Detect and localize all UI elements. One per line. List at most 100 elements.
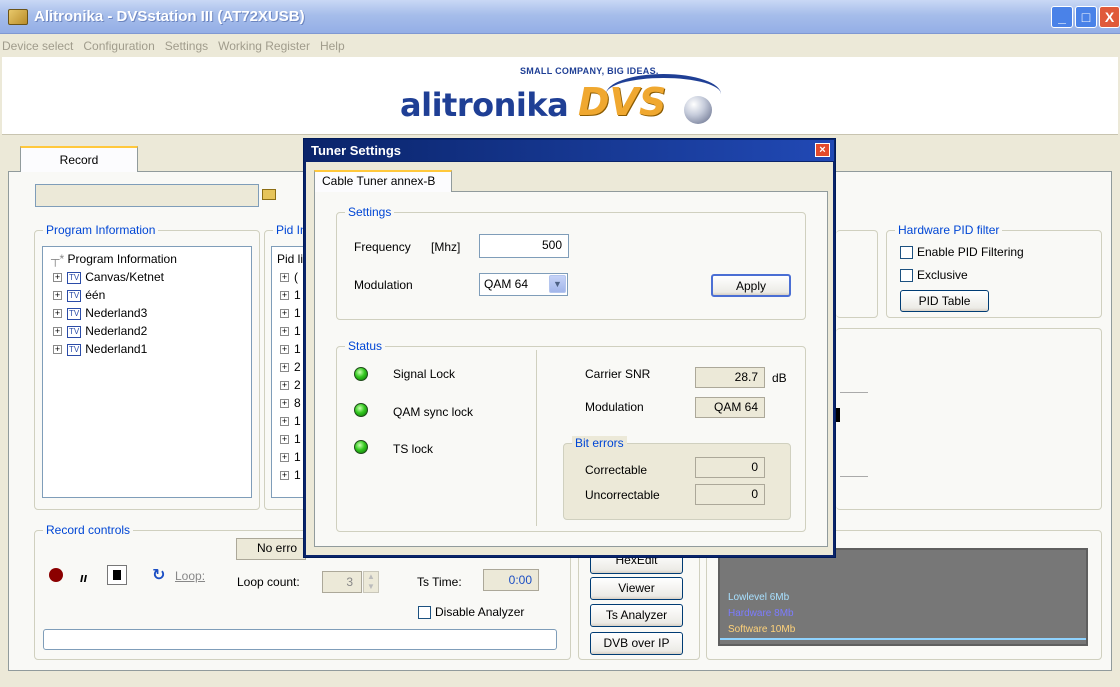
frequency-input[interactable]: 500: [479, 234, 569, 258]
menu-help[interactable]: Help: [315, 35, 350, 53]
expand-icon[interactable]: +: [280, 471, 289, 481]
ts-time-field: 0:00: [483, 569, 539, 591]
menu-configuration[interactable]: Configuration: [78, 35, 159, 53]
tv-icon: TV: [67, 325, 82, 338]
settings-title: Settings: [345, 205, 395, 219]
expand-icon[interactable]: +: [53, 309, 62, 319]
expand-icon[interactable]: +: [53, 273, 62, 283]
legend-software: Software 10Mb: [728, 624, 796, 635]
loop-count-field[interactable]: 3: [322, 571, 362, 593]
tree-item[interactable]: + TV Nederland3: [43, 304, 251, 322]
modulation-select[interactable]: QAM 64 ▼: [479, 273, 568, 296]
status-modulation-value: QAM 64: [695, 397, 765, 418]
tab-record[interactable]: Record: [20, 146, 138, 172]
tree-item[interactable]: + TV één: [43, 286, 251, 304]
tv-icon: TV: [67, 289, 82, 302]
hardware-pid-title: Hardware PID filter: [895, 223, 1003, 237]
logo-dvs: DVS: [578, 80, 667, 124]
checkbox-box[interactable]: [900, 246, 913, 260]
pause-icon[interactable]: ıı: [80, 570, 87, 585]
checkbox-box[interactable]: [418, 606, 431, 620]
pid-row-label: 1: [294, 414, 301, 428]
expand-icon[interactable]: +: [53, 291, 62, 301]
menu-settings[interactable]: Settings: [160, 35, 213, 53]
chevron-down-icon[interactable]: ▼: [549, 275, 566, 293]
maximize-button[interactable]: □: [1075, 6, 1097, 28]
frequency-label: Frequency: [354, 240, 411, 254]
tree-item[interactable]: + TV Nederland2: [43, 322, 251, 340]
modulation-select-value: QAM 64: [484, 277, 529, 291]
expand-icon[interactable]: +: [280, 453, 289, 463]
minimize-button[interactable]: _: [1051, 6, 1073, 28]
ts-lock-label: TS lock: [393, 442, 434, 456]
tree-item[interactable]: + TV Canvas/Ketnet: [43, 268, 251, 286]
menu-working-register[interactable]: Working Register: [213, 35, 315, 53]
expand-icon[interactable]: +: [280, 417, 289, 427]
close-button[interactable]: X: [1099, 6, 1120, 28]
ts-analyzer-button[interactable]: Ts Analyzer: [590, 604, 683, 627]
pid-table-button[interactable]: PID Table: [900, 290, 989, 312]
maximize-icon: □: [1081, 9, 1091, 25]
stop-icon: [113, 570, 121, 580]
tree-root[interactable]: ┬* Program Information: [43, 250, 251, 268]
pid-row-label: 1: [294, 288, 301, 302]
expand-icon[interactable]: +: [280, 381, 289, 391]
close-icon: ×: [819, 144, 826, 156]
menu-device-select[interactable]: Device select: [0, 35, 78, 53]
graph-line: [720, 638, 1086, 640]
tree-root-label: Program Information: [67, 252, 177, 266]
folder-icon[interactable]: [262, 189, 276, 200]
program-tree[interactable]: ┬* Program Information + TV Canvas/Ketnet …: [42, 246, 252, 498]
enable-pid-filtering-checkbox[interactable]: Enable PID Filtering: [900, 245, 1024, 260]
carrier-snr-value: 28.7: [695, 367, 765, 388]
checkbox-box[interactable]: [900, 269, 913, 283]
expand-icon[interactable]: +: [280, 309, 289, 319]
tv-icon: TV: [67, 307, 82, 320]
legend-lowlevel: Lowlevel 6Mb: [728, 592, 790, 603]
expand-icon[interactable]: +: [280, 363, 289, 373]
loop-label[interactable]: Loop:: [175, 569, 205, 583]
expand-icon[interactable]: +: [53, 345, 62, 355]
dialog-close-button[interactable]: ×: [815, 143, 830, 157]
viewer-button[interactable]: Viewer: [590, 577, 683, 600]
modulation-label: Modulation: [354, 278, 413, 292]
carrier-snr-label: Carrier SNR: [585, 367, 651, 381]
expand-icon[interactable]: +: [280, 327, 289, 337]
divider: [840, 392, 868, 393]
stop-button[interactable]: [107, 565, 127, 585]
signal-lock-led-icon: [354, 367, 368, 381]
tree-item-label: één: [85, 288, 106, 302]
loop-count-spinner[interactable]: ▲ ▼: [363, 571, 379, 593]
loop-icon[interactable]: ↻: [152, 565, 165, 585]
tab-cable-tuner[interactable]: Cable Tuner annex-B: [314, 170, 452, 192]
analyzer-graph: Lowlevel 6Mb Hardware 8Mb Software 10Mb: [718, 548, 1088, 646]
expand-icon[interactable]: +: [53, 327, 62, 337]
expand-icon[interactable]: +: [280, 399, 289, 409]
tree-root-icon: ┬*: [51, 252, 65, 266]
expand-icon[interactable]: +: [280, 435, 289, 445]
dialog-settings-group: Settings: [336, 205, 806, 320]
uncorrectable-label: Uncorrectable: [585, 488, 660, 502]
dvb-over-ip-button[interactable]: DVB over IP: [590, 632, 683, 655]
file-path-field[interactable]: [35, 184, 259, 207]
expand-icon[interactable]: +: [280, 273, 289, 283]
app-icon: [8, 9, 28, 25]
record-icon[interactable]: [49, 568, 63, 582]
apply-button[interactable]: Apply: [711, 274, 791, 297]
divider: [840, 476, 868, 477]
exclusive-checkbox[interactable]: Exclusive: [900, 268, 968, 283]
status-title: Status: [345, 339, 386, 353]
menu-bar: Device select Configuration Settings Workin…: [0, 35, 1120, 57]
tree-item[interactable]: + TV Nederland1: [43, 340, 251, 358]
stats-group: [836, 328, 1102, 510]
record-controls-title: Record controls: [43, 523, 134, 537]
legend-hardware: Hardware 8Mb: [728, 608, 794, 619]
correctable-value: 0: [695, 457, 765, 478]
minimize-icon: _: [1058, 9, 1066, 25]
bit-errors-title: Bit errors: [572, 436, 627, 450]
expand-icon[interactable]: +: [280, 291, 289, 301]
disable-analyzer-checkbox[interactable]: Disable Analyzer: [418, 605, 524, 620]
expand-icon[interactable]: +: [280, 345, 289, 355]
qam-sync-lock-led-icon: [354, 403, 368, 417]
pid-row-label: 2: [294, 360, 301, 374]
